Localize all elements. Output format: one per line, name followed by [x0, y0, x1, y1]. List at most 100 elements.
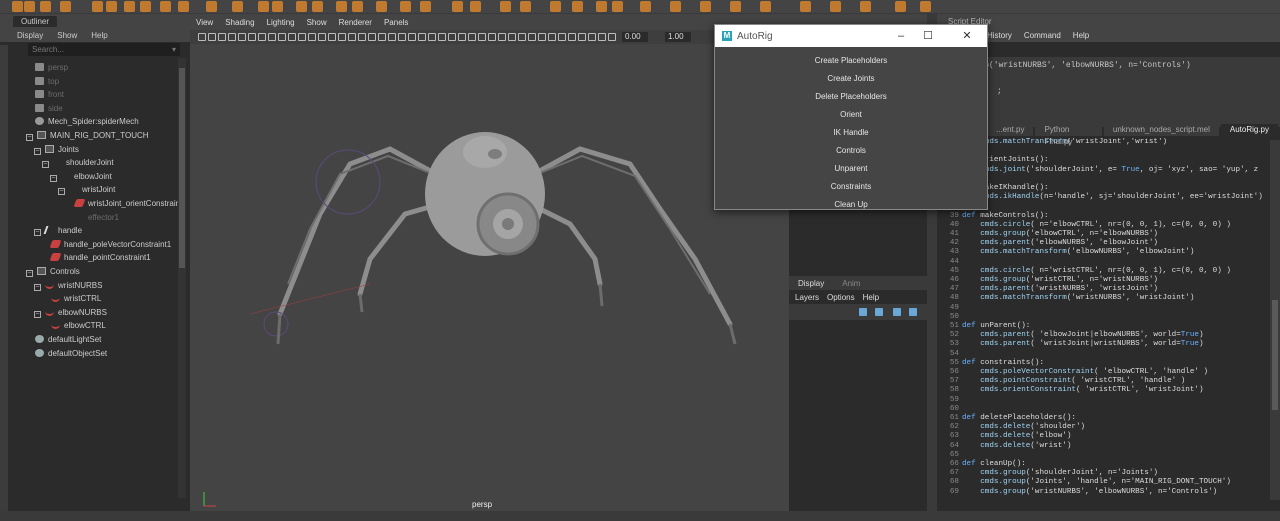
autorig-button[interactable]: Constraints [715, 178, 987, 196]
wrist-control-curve[interactable] [263, 311, 289, 337]
viewport-tool-icon[interactable] [598, 33, 606, 41]
outliner-item[interactable]: – elbowJoint [50, 170, 112, 183]
shelf-tool-icon[interactable] [470, 1, 481, 12]
shelf-tool-icon[interactable] [452, 1, 463, 12]
viewport-tool-icon[interactable] [368, 33, 376, 41]
shelf-tool-icon[interactable] [612, 1, 623, 12]
menu-help[interactable]: Help [1073, 31, 1089, 40]
viewport-menu-view[interactable]: View [196, 18, 213, 27]
shelf-tool-icon[interactable] [730, 1, 741, 12]
expand-toggle-icon[interactable]: – [50, 174, 57, 182]
tab-script-ent[interactable]: ...ent.py [987, 124, 1034, 136]
viewport-tool-icon[interactable] [398, 33, 406, 41]
viewport-menu-panels[interactable]: Panels [384, 18, 408, 27]
viewport-tool-icon[interactable] [378, 33, 386, 41]
viewport-tool-icon[interactable] [348, 33, 356, 41]
viewport-tool-icon[interactable] [568, 33, 576, 41]
exposure-field[interactable]: 0.00 [622, 32, 648, 42]
script-scrollbar[interactable] [1270, 140, 1280, 500]
shelf-tool-icon[interactable] [920, 1, 931, 12]
outliner-item[interactable]: side [35, 102, 63, 115]
tab-script-unknown-nodes[interactable]: unknown_nodes_script.mel [1103, 124, 1219, 136]
shelf-tool-icon[interactable] [830, 1, 841, 12]
viewport-tool-icon[interactable] [448, 33, 456, 41]
shelf-tool-icon[interactable] [336, 1, 347, 12]
expand-toggle-icon[interactable]: – [58, 188, 65, 196]
shelf-tool-icon[interactable] [520, 1, 531, 12]
display-menu-help[interactable]: Help [863, 293, 879, 302]
shelf-tool-icon[interactable] [572, 1, 583, 12]
new-layer-icon[interactable] [893, 308, 901, 316]
viewport-tool-icon[interactable] [288, 33, 296, 41]
viewport-tool-icon[interactable] [458, 33, 466, 41]
viewport-tool-icon[interactable] [488, 33, 496, 41]
autorig-titlebar[interactable]: M AutoRig – ☐ ✕ [715, 25, 987, 47]
tab-script-autorig[interactable]: AutoRig.py [1220, 124, 1278, 136]
autorig-button[interactable]: Create Joints [715, 70, 987, 88]
viewport-tool-icon[interactable] [198, 33, 206, 41]
shelf-tool-icon[interactable] [106, 1, 117, 12]
outliner-menu-help[interactable]: Help [91, 31, 107, 40]
viewport-tool-icon[interactable] [478, 33, 486, 41]
shelf-tool-icon[interactable] [160, 1, 171, 12]
shelf-tool-icon[interactable] [40, 1, 51, 12]
display-menu-layers[interactable]: Layers [795, 293, 819, 302]
outliner-item[interactable]: – elbowNURBS [34, 306, 107, 319]
shelf-tool-icon[interactable] [420, 1, 431, 12]
viewport-tool-icon[interactable] [248, 33, 256, 41]
viewport-tool-icon[interactable] [558, 33, 566, 41]
shelf-tool-icon[interactable] [895, 1, 906, 12]
viewport-tool-icon[interactable] [418, 33, 426, 41]
viewport-tool-icon[interactable] [298, 33, 306, 41]
shelf-tool-icon[interactable] [60, 1, 71, 12]
shelf-tool-icon[interactable] [178, 1, 189, 12]
viewport-menu-shading[interactable]: Shading [225, 18, 254, 27]
elbow-control-curve[interactable] [315, 149, 381, 215]
shelf-tool-icon[interactable] [760, 1, 771, 12]
autorig-button[interactable]: Unparent [715, 160, 987, 178]
outliner-item[interactable]: front [35, 88, 64, 101]
shelf-tool-icon[interactable] [232, 1, 243, 12]
outliner-item[interactable]: – Controls [26, 265, 80, 278]
shelf-tool-icon[interactable] [92, 1, 103, 12]
viewport-tool-icon[interactable] [608, 33, 616, 41]
expand-toggle-icon[interactable]: – [26, 270, 33, 277]
autorig-button[interactable]: IK Handle [715, 124, 987, 142]
shelf-tool-icon[interactable] [206, 1, 217, 12]
outliner-item[interactable]: – MAIN_RIG_DONT_TOUCH [26, 129, 149, 142]
shelf-tool-icon[interactable] [500, 1, 511, 12]
shelf-tool-icon[interactable] [376, 1, 387, 12]
viewport-tool-icon[interactable] [338, 33, 346, 41]
outliner-scrollbar[interactable] [178, 58, 186, 498]
maximize-icon[interactable]: ☐ [918, 29, 938, 43]
viewport-scene[interactable] [190, 44, 789, 521]
code-editor[interactable]: cmds.matchTransform('wristJoint','wrist'… [937, 138, 1280, 508]
shelf-tool-icon[interactable] [400, 1, 411, 12]
outliner-search-input[interactable]: Search... ▾ [28, 43, 180, 56]
close-icon[interactable]: ✕ [957, 29, 977, 43]
shelf-tool-icon[interactable] [550, 1, 561, 12]
shelf-tool-icon[interactable] [12, 1, 23, 12]
outliner-item[interactable]: – Joints [34, 143, 79, 156]
gamma-field[interactable]: 1.00 [665, 32, 691, 42]
outliner-item[interactable]: Mech_Spider:spiderMech [35, 115, 139, 128]
minimize-icon[interactable]: – [891, 29, 911, 43]
viewport-menu-lighting[interactable]: Lighting [267, 18, 295, 27]
viewport-tool-icon[interactable] [268, 33, 276, 41]
viewport-tool-icon[interactable] [408, 33, 416, 41]
outliner-item[interactable]: handle_poleVectorConstraint1 [49, 238, 171, 251]
outliner-item[interactable]: defaultLightSet [35, 333, 101, 346]
viewport-tool-icon[interactable] [438, 33, 446, 41]
viewport-tool-icon[interactable] [518, 33, 526, 41]
viewport-tool-icon[interactable] [428, 33, 436, 41]
viewport-tool-icon[interactable] [508, 33, 516, 41]
outliner-item[interactable]: – wristNURBS [34, 279, 102, 292]
shelf-tool-icon[interactable] [670, 1, 681, 12]
expand-toggle-icon[interactable]: – [34, 283, 41, 291]
tab-script-python-final[interactable]: Python Final.py [1035, 124, 1102, 146]
expand-toggle-icon[interactable]: – [42, 161, 49, 169]
outliner-menu-show[interactable]: Show [57, 31, 77, 40]
expand-toggle-icon[interactable]: – [26, 134, 33, 141]
viewport-tool-icon[interactable] [318, 33, 326, 41]
viewport-tool-icon[interactable] [328, 33, 336, 41]
